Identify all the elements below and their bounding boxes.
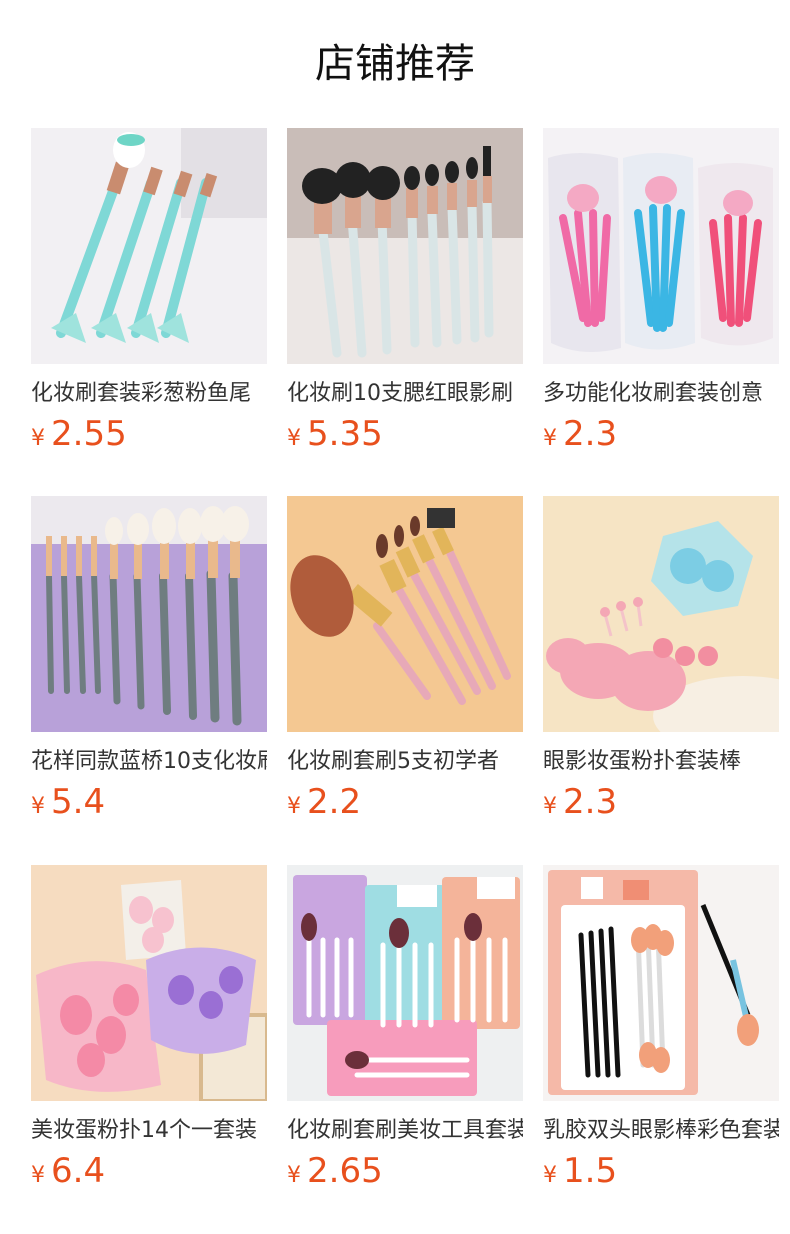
product-image[interactable] xyxy=(287,865,523,1101)
product-price: ¥5.4 xyxy=(31,782,267,822)
product-image[interactable] xyxy=(543,496,779,732)
product-price: ¥6.4 xyxy=(31,1151,267,1191)
product-card[interactable]: 花样同款蓝桥10支化妆刷 ¥5.4 xyxy=(31,496,267,822)
price-value: 1.5 xyxy=(563,1151,618,1191)
product-name[interactable]: 化妆刷套刷美妆工具套装 xyxy=(287,1115,523,1147)
price-value: 2.55 xyxy=(51,414,127,454)
product-card[interactable]: 化妆刷10支腮红眼影刷 ¥5.35 xyxy=(287,128,523,454)
currency-symbol: ¥ xyxy=(287,1163,301,1188)
product-card[interactable]: 美妆蛋粉扑14个一套装 ¥6.4 xyxy=(31,865,267,1191)
price-value: 2.3 xyxy=(563,782,618,822)
product-price: ¥1.5 xyxy=(543,1151,779,1191)
currency-symbol: ¥ xyxy=(287,794,301,819)
product-price: ¥2.3 xyxy=(543,414,779,454)
product-name[interactable]: 美妆蛋粉扑14个一套装 xyxy=(31,1115,267,1147)
product-card[interactable]: 化妆刷套刷美妆工具套装 ¥2.65 xyxy=(287,865,523,1191)
currency-symbol: ¥ xyxy=(543,426,557,451)
currency-symbol: ¥ xyxy=(543,1163,557,1188)
product-image[interactable] xyxy=(31,496,267,732)
currency-symbol: ¥ xyxy=(543,794,557,819)
product-card[interactable]: 化妆刷套刷5支初学者 ¥2.2 xyxy=(287,496,523,822)
product-name[interactable]: 化妆刷套装彩葱粉鱼尾 xyxy=(31,378,267,410)
product-price: ¥2.65 xyxy=(287,1151,523,1191)
currency-symbol: ¥ xyxy=(31,794,45,819)
product-name[interactable]: 多功能化妆刷套装创意 xyxy=(543,378,779,410)
currency-symbol: ¥ xyxy=(31,1163,45,1188)
product-name[interactable]: 化妆刷套刷5支初学者 xyxy=(287,746,523,778)
price-value: 2.3 xyxy=(563,414,618,454)
product-image[interactable] xyxy=(543,865,779,1101)
product-price: ¥5.35 xyxy=(287,414,523,454)
currency-symbol: ¥ xyxy=(31,426,45,451)
product-image[interactable] xyxy=(31,865,267,1101)
price-value: 5.35 xyxy=(307,414,383,454)
product-name[interactable]: 眼影妆蛋粉扑套装棒 xyxy=(543,746,779,778)
product-name[interactable]: 花样同款蓝桥10支化妆刷 xyxy=(31,746,267,778)
page-title: 店铺推荐 xyxy=(315,41,475,87)
product-image[interactable] xyxy=(287,496,523,732)
currency-symbol: ¥ xyxy=(287,426,301,451)
price-value: 2.65 xyxy=(307,1151,383,1191)
product-image[interactable] xyxy=(31,128,267,364)
price-value: 5.4 xyxy=(51,782,106,822)
product-image[interactable] xyxy=(543,128,779,364)
product-price: ¥2.2 xyxy=(287,782,523,822)
product-price: ¥2.3 xyxy=(543,782,779,822)
price-value: 6.4 xyxy=(51,1151,106,1191)
product-price: ¥2.55 xyxy=(31,414,267,454)
product-card[interactable]: 眼影妆蛋粉扑套装棒 ¥2.3 xyxy=(543,496,779,822)
product-card[interactable]: 多功能化妆刷套装创意 ¥2.3 xyxy=(543,128,779,454)
product-name[interactable]: 化妆刷10支腮红眼影刷 xyxy=(287,378,523,410)
product-card[interactable]: 乳胶双头眼影棒彩色套装 ¥1.5 xyxy=(543,865,779,1191)
product-image[interactable] xyxy=(287,128,523,364)
product-card[interactable]: 化妆刷套装彩葱粉鱼尾 ¥2.55 xyxy=(31,128,267,454)
product-name[interactable]: 乳胶双头眼影棒彩色套装 xyxy=(543,1115,779,1147)
price-value: 2.2 xyxy=(307,782,362,822)
